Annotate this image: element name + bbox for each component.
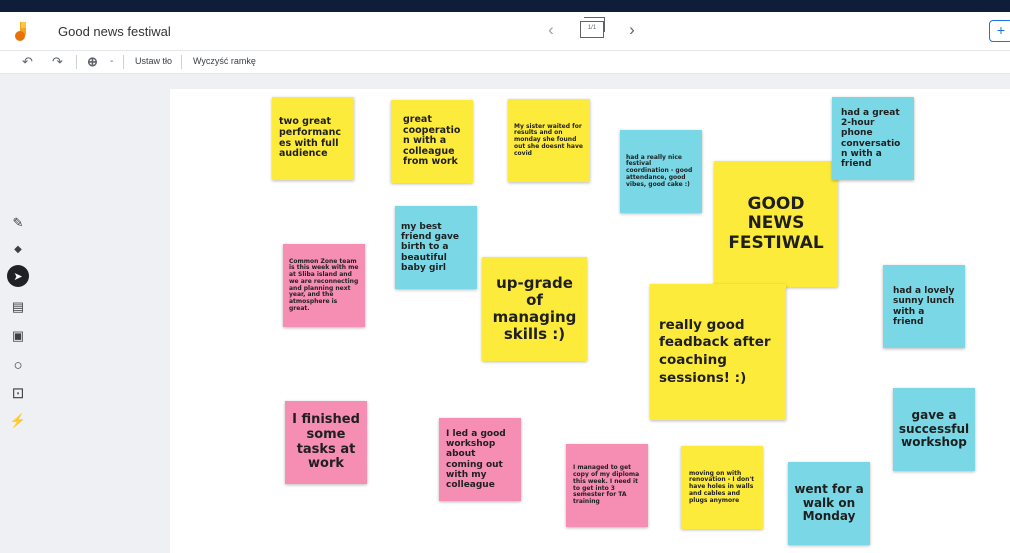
jamboard-logo-icon xyxy=(15,22,26,41)
sticky-note[interactable]: My sister waited for results and on mond… xyxy=(508,99,590,182)
toolbar-divider xyxy=(181,55,182,69)
sticky-note[interactable]: had a lovely sunny lunch with a friend xyxy=(883,265,965,348)
undo-icon[interactable]: ↶ xyxy=(22,54,33,70)
sticky-note[interactable]: I finished some tasks at work xyxy=(285,401,367,484)
sticky-note[interactable]: up-grade of managing skills :) xyxy=(482,257,587,361)
sticky-note[interactable]: GOOD NEWS FESTIWAL xyxy=(714,161,838,287)
sticky-note[interactable]: had a really nice festival coordination … xyxy=(620,130,702,213)
title-bar: Good news festiwal ‹ 1/1 › + xyxy=(0,12,1010,51)
sticky-note-icon[interactable]: ▤ xyxy=(7,296,29,318)
shape-icon[interactable]: ○ xyxy=(7,354,29,376)
sticky-note[interactable]: gave a successful workshop xyxy=(893,388,975,471)
select-icon[interactable]: ➤ xyxy=(7,265,29,287)
sticky-note[interactable]: Common Zone team is this week with me at… xyxy=(283,244,365,327)
whiteboard-canvas[interactable]: two great performances with full audienc… xyxy=(170,89,1010,553)
present-button[interactable]: + xyxy=(989,20,1010,42)
sticky-note[interactable]: moving on with renovation - I don't have… xyxy=(681,446,763,529)
app-window: Good news festiwal ‹ 1/1 › + ↶ ↷ ⊕ - Ust… xyxy=(0,12,1010,553)
image-icon[interactable]: ▣ xyxy=(7,325,29,347)
laser-icon[interactable]: ⚡ xyxy=(7,410,29,432)
set-background-button[interactable]: Ustaw tło xyxy=(135,56,172,66)
toolbar: ↶ ↷ ⊕ - Ustaw tło Wyczyść ramkę xyxy=(0,51,1010,74)
previous-frame-button[interactable]: ‹ xyxy=(543,20,559,40)
frame-counter: 1/1 xyxy=(587,25,597,31)
sticky-note[interactable]: I managed to get copy of my diploma this… xyxy=(566,444,648,527)
next-frame-button[interactable]: › xyxy=(624,20,640,40)
clear-frame-button[interactable]: Wyczyść ramkę xyxy=(193,56,256,66)
redo-icon[interactable]: ↷ xyxy=(52,54,63,70)
zoom-icon[interactable]: ⊕ xyxy=(87,54,98,70)
zoom-dropdown[interactable]: - xyxy=(110,56,113,67)
frame-bar-button[interactable]: 1/1 xyxy=(580,17,605,38)
sticky-note[interactable]: had a great 2-hour phone conversation wi… xyxy=(832,97,914,180)
sticky-note[interactable]: I led a good workshop about coming out w… xyxy=(439,418,521,501)
toolbar-divider xyxy=(76,55,77,69)
eraser-icon[interactable]: ◆ xyxy=(7,238,29,260)
text-box-icon[interactable]: ⊡ xyxy=(7,382,29,404)
sticky-note[interactable]: great cooperation with a colleague from … xyxy=(391,100,473,183)
sticky-note[interactable]: really good feadback after coaching sess… xyxy=(650,284,786,420)
document-title[interactable]: Good news festiwal xyxy=(58,24,171,39)
sticky-note[interactable]: my best friend gave birth to a beautiful… xyxy=(395,206,477,289)
toolbar-divider xyxy=(123,55,124,69)
pen-icon[interactable]: ✎ xyxy=(7,212,29,234)
sticky-note[interactable]: went for a walk on Monday xyxy=(788,462,870,545)
tool-palette: ✎ ◆ ➤ ▤ ▣ ○ ⊡ ⚡ xyxy=(7,212,29,452)
sticky-note[interactable]: two great performances with full audienc… xyxy=(272,97,354,180)
